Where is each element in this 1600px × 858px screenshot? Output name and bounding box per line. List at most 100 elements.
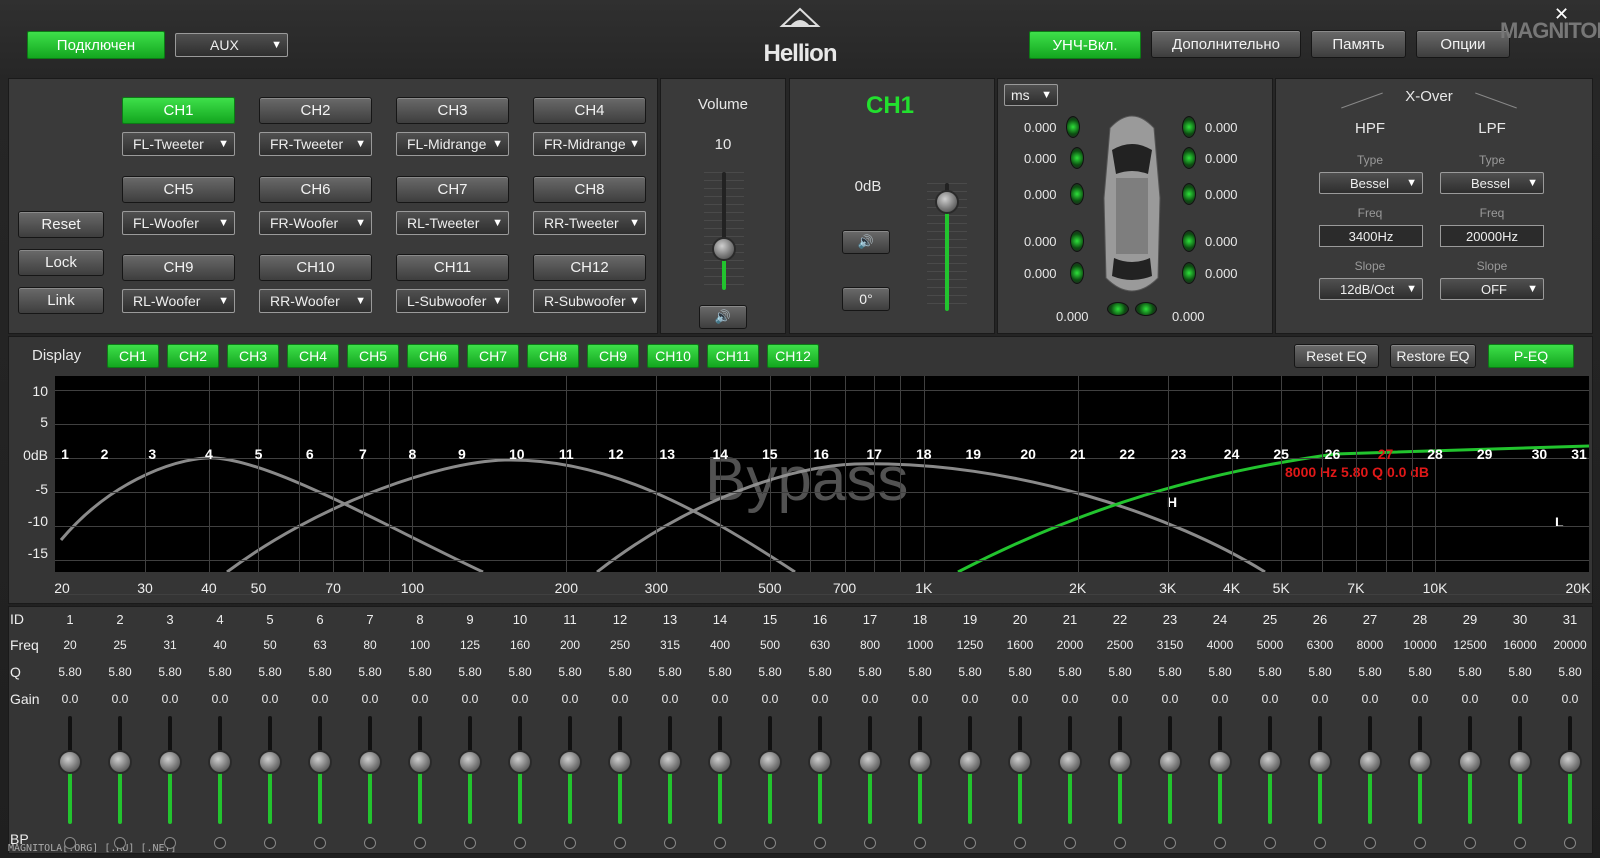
delay-left-value[interactable]: 0.000 [1024, 234, 1057, 249]
band-number[interactable]: 29 [1477, 446, 1493, 462]
band-gain[interactable]: 0.0 [1562, 692, 1579, 706]
band-q[interactable]: 5.80 [1308, 665, 1331, 679]
band-q[interactable]: 5.80 [258, 665, 281, 679]
bypass-toggle[interactable] [1164, 837, 1176, 849]
channel-assign-select-6[interactable]: FR-Woofer ▼ [259, 211, 372, 235]
band-q[interactable]: 5.80 [1358, 665, 1381, 679]
band-number[interactable]: 14 [712, 446, 728, 462]
band-gain[interactable]: 0.0 [112, 692, 129, 706]
band-gain[interactable]: 0.0 [712, 692, 729, 706]
band-gain[interactable]: 0.0 [862, 692, 879, 706]
band-number[interactable]: 24 [1224, 446, 1240, 462]
bypass-toggle[interactable] [1364, 837, 1376, 849]
band-gain-knob[interactable] [108, 750, 132, 774]
band-gain[interactable]: 0.0 [612, 692, 629, 706]
bypass-toggle[interactable] [514, 837, 526, 849]
band-gain-knob[interactable] [958, 750, 982, 774]
band-number[interactable]: 4 [205, 446, 213, 462]
band-q[interactable]: 5.80 [58, 665, 81, 679]
band-gain-knob[interactable] [58, 750, 82, 774]
channel-assign-select-3[interactable]: FL-Midrange ▼ [396, 132, 509, 156]
band-number[interactable]: 8 [409, 446, 417, 462]
display-ch-button-11[interactable]: CH11 [707, 344, 759, 368]
band-gain-knob[interactable] [158, 750, 182, 774]
band-number[interactable]: 10 [509, 446, 525, 462]
band-number[interactable]: 28 [1427, 446, 1443, 462]
band-gain[interactable]: 0.0 [362, 692, 379, 706]
reset-eq-button[interactable]: Reset EQ [1294, 344, 1379, 368]
band-number[interactable]: 9 [458, 446, 466, 462]
delay-left-value[interactable]: 0.000 [1024, 151, 1057, 166]
bypass-toggle[interactable] [1064, 837, 1076, 849]
band-gain-knob[interactable] [908, 750, 932, 774]
lock-button[interactable]: Lock [18, 249, 104, 276]
band-freq[interactable]: 5000 [1257, 638, 1284, 652]
band-freq[interactable]: 100 [410, 638, 430, 652]
band-gain-knob[interactable] [358, 750, 382, 774]
restore-eq-button[interactable]: Restore EQ [1390, 344, 1476, 368]
band-freq[interactable]: 1000 [907, 638, 934, 652]
band-number[interactable]: 7 [359, 446, 367, 462]
display-ch-button-12[interactable]: CH12 [767, 344, 819, 368]
channel-button-7[interactable]: CH7 [396, 176, 509, 203]
band-freq[interactable]: 160 [510, 638, 530, 652]
band-q[interactable]: 5.80 [208, 665, 231, 679]
band-number[interactable]: 13 [659, 446, 675, 462]
band-freq[interactable]: 125 [460, 638, 480, 652]
band-number[interactable]: 26 [1325, 446, 1341, 462]
lpf-slope-select[interactable]: OFF ▼ [1440, 278, 1544, 300]
band-freq[interactable]: 63 [313, 638, 326, 652]
display-ch-button-3[interactable]: CH3 [227, 344, 279, 368]
volume-slider-knob[interactable] [712, 236, 736, 261]
band-gain[interactable]: 0.0 [1112, 692, 1129, 706]
bypass-toggle[interactable] [414, 837, 426, 849]
band-gain[interactable]: 0.0 [1162, 692, 1179, 706]
display-ch-button-8[interactable]: CH8 [527, 344, 579, 368]
band-freq[interactable]: 40 [213, 638, 226, 652]
channel-assign-select-8[interactable]: RR-Tweeter ▼ [533, 211, 646, 235]
options-button[interactable]: Опции [1416, 30, 1510, 58]
band-freq[interactable]: 630 [810, 638, 830, 652]
band-q[interactable]: 5.80 [708, 665, 731, 679]
display-ch-button-4[interactable]: CH4 [287, 344, 339, 368]
band-freq[interactable]: 315 [660, 638, 680, 652]
display-ch-button-2[interactable]: CH2 [167, 344, 219, 368]
band-gain-knob[interactable] [1108, 750, 1132, 774]
peq-button[interactable]: P-EQ [1488, 344, 1574, 368]
band-number[interactable]: 17 [866, 446, 882, 462]
channel-assign-select-11[interactable]: L-Subwoofer ▼ [396, 289, 509, 313]
band-number[interactable]: 1 [61, 446, 69, 462]
band-q[interactable]: 5.80 [658, 665, 681, 679]
hpf-slope-select[interactable]: 12dB/Oct ▼ [1319, 278, 1423, 300]
bypass-toggle[interactable] [1464, 837, 1476, 849]
band-freq[interactable]: 16000 [1503, 638, 1536, 652]
bypass-toggle[interactable] [214, 837, 226, 849]
extra-button[interactable]: Дополнительно [1151, 30, 1301, 58]
band-gain[interactable]: 0.0 [662, 692, 679, 706]
band-gain[interactable]: 0.0 [962, 692, 979, 706]
band-q[interactable]: 5.80 [558, 665, 581, 679]
bypass-toggle[interactable] [464, 837, 476, 849]
band-q[interactable]: 5.80 [1408, 665, 1431, 679]
bypass-toggle[interactable] [964, 837, 976, 849]
delay-left-value[interactable]: 0.000 [1024, 120, 1057, 135]
bypass-toggle[interactable] [1114, 837, 1126, 849]
band-gain-knob[interactable] [1358, 750, 1382, 774]
band-gain-knob[interactable] [1408, 750, 1432, 774]
bypass-toggle[interactable] [864, 837, 876, 849]
band-gain-knob[interactable] [408, 750, 432, 774]
channel-assign-select-9[interactable]: RL-Woofer ▼ [122, 289, 235, 313]
display-ch-button-1[interactable]: CH1 [107, 344, 159, 368]
channel-button-11[interactable]: CH11 [396, 254, 509, 281]
band-gain[interactable]: 0.0 [1012, 692, 1029, 706]
band-number[interactable]: 21 [1070, 446, 1086, 462]
band-number[interactable]: 15 [762, 446, 778, 462]
band-q[interactable]: 5.80 [158, 665, 181, 679]
delay-right-value[interactable]: 0.000 [1205, 187, 1238, 202]
display-ch-button-10[interactable]: CH10 [647, 344, 699, 368]
band-q[interactable]: 5.80 [408, 665, 431, 679]
band-freq[interactable]: 1600 [1007, 638, 1034, 652]
channel-assign-select-12[interactable]: R-Subwoofer ▼ [533, 289, 646, 313]
band-gain-knob[interactable] [708, 750, 732, 774]
band-freq[interactable]: 1250 [957, 638, 984, 652]
